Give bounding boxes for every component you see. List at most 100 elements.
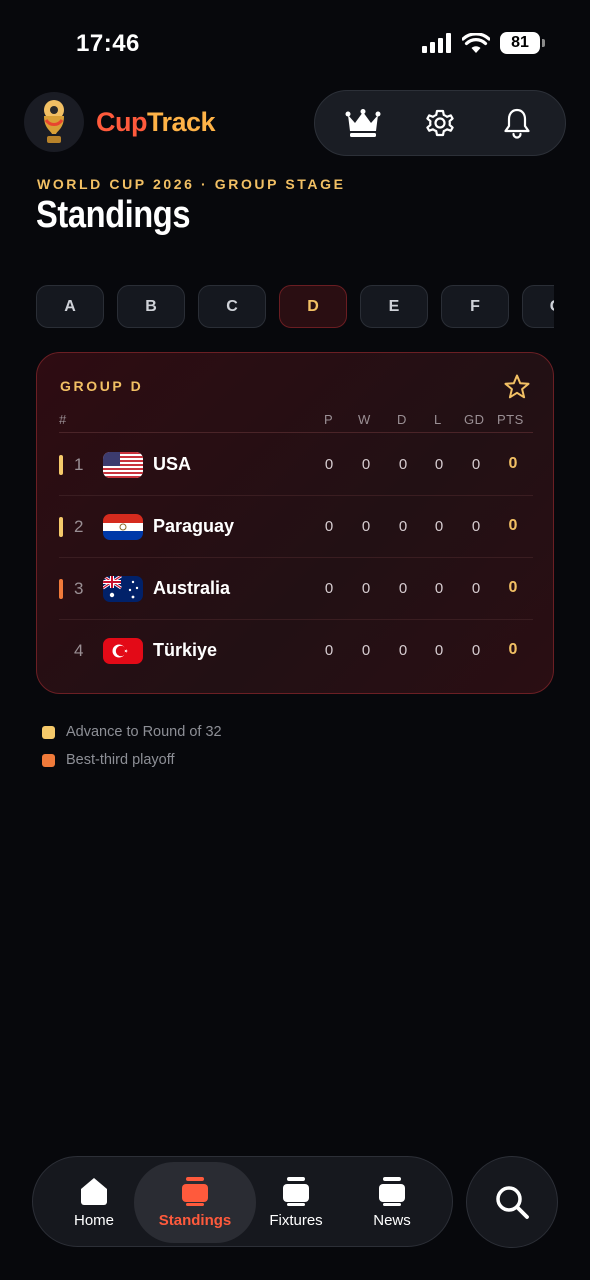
tab-group-a[interactable]: A <box>36 285 104 328</box>
nav-news[interactable]: News <box>353 1157 431 1248</box>
qualification-marker <box>59 517 63 537</box>
legend-label: Advance to Round of 32 <box>66 724 222 740</box>
legend-item-best-third: Best-third playoff <box>42 746 222 774</box>
table-row[interactable]: 2 Paraguay 0 0 0 0 0 0 <box>59 496 533 558</box>
home-icon <box>81 1178 107 1205</box>
search-button[interactable] <box>466 1156 558 1248</box>
status-icons: 81 <box>422 32 545 54</box>
battery-indicator: 81 <box>500 32 545 54</box>
tab-group-e[interactable]: E <box>360 285 428 328</box>
stat-drawn: 0 <box>398 518 408 535</box>
page-title: Standings <box>36 194 191 236</box>
legend-swatch <box>42 725 55 739</box>
stat-gd: 0 <box>471 580 481 597</box>
table-header: # P W D L GD PTS <box>59 409 533 433</box>
app-name-part1: Cup <box>96 106 147 137</box>
stat-gd: 0 <box>471 456 481 473</box>
table-row[interactable]: 4 Türkiye 0 0 0 0 0 0 <box>59 620 533 682</box>
stat-won: 0 <box>361 456 371 473</box>
nav-home[interactable]: Home <box>55 1157 133 1248</box>
nav-label: News <box>373 1212 411 1229</box>
crown-icon <box>345 109 381 137</box>
settings-button[interactable] <box>410 93 470 153</box>
team-name: Australia <box>153 578 231 598</box>
qualification-marker <box>59 455 63 475</box>
stat-drawn: 0 <box>398 580 408 597</box>
stat-won: 0 <box>361 642 371 659</box>
notifications-button[interactable] <box>487 93 547 153</box>
tab-group-b[interactable]: B <box>117 285 185 328</box>
fixtures-icon <box>283 1177 309 1206</box>
team-name: Paraguay <box>153 516 235 536</box>
row-position: 3 <box>74 579 84 598</box>
row-position: 2 <box>74 517 84 536</box>
qualification-legend: Advance to Round of 32 Best-third playof… <box>42 718 222 774</box>
standings-icon <box>182 1177 208 1206</box>
team-name: Türkiye <box>153 640 218 660</box>
stat-lost: 0 <box>434 580 444 597</box>
table-row[interactable]: 1 USA 0 0 0 0 0 0 <box>59 434 533 496</box>
stat-gd: 0 <box>471 518 481 535</box>
wifi-icon <box>462 33 490 53</box>
col-gd: GD <box>464 412 485 427</box>
stat-gd: 0 <box>471 642 481 659</box>
col-lost: L <box>434 412 442 427</box>
trophy-logo-icon <box>24 92 84 152</box>
stat-won: 0 <box>361 518 371 535</box>
turkiye-flag-icon <box>103 638 143 664</box>
stat-played: 0 <box>324 642 334 659</box>
status-time: 17:46 <box>76 30 140 57</box>
status-bar: 17:46 81 <box>0 0 590 88</box>
qualification-marker <box>59 579 63 599</box>
col-drawn: D <box>397 412 407 427</box>
group-tabs: A B C D E F G <box>36 285 554 329</box>
group-standings-card: GROUP D # P W D L GD PTS 1 USA 0 0 0 0 0… <box>36 352 554 694</box>
news-icon <box>379 1177 405 1206</box>
group-title: GROUP D <box>60 378 144 394</box>
stat-pts: 0 <box>508 517 518 534</box>
nav-label: Home <box>73 1212 114 1229</box>
page-eyebrow: WORLD CUP 2026 · GROUP STAGE <box>37 176 346 192</box>
paraguay-flag-icon <box>103 514 143 540</box>
app-name: CupTrack <box>96 106 216 138</box>
search-icon <box>496 1186 529 1219</box>
cellular-signal-icon <box>422 33 451 53</box>
nav-label: Standings <box>158 1212 232 1229</box>
col-pts: PTS <box>497 412 524 427</box>
app-header: CupTrack <box>24 90 566 156</box>
header-actions <box>314 90 566 156</box>
premium-button[interactable] <box>333 93 393 153</box>
stat-played: 0 <box>324 456 334 473</box>
row-position: 4 <box>74 641 84 660</box>
bell-icon <box>504 108 530 139</box>
tab-group-g[interactable]: G <box>522 285 554 328</box>
favorite-star-icon[interactable] <box>503 373 531 401</box>
nav-standings[interactable]: Standings <box>134 1162 256 1243</box>
stat-won: 0 <box>361 580 371 597</box>
team-name: USA <box>153 454 192 474</box>
legend-item-advance: Advance to Round of 32 <box>42 718 222 746</box>
stat-pts: 0 <box>508 641 518 658</box>
nav-label: Fixtures <box>269 1212 323 1229</box>
stat-lost: 0 <box>434 518 444 535</box>
table-row[interactable]: 3 Australia 0 0 0 0 0 0 <box>59 558 533 620</box>
col-won: W <box>358 412 371 427</box>
app-name-part2: Track <box>146 106 216 137</box>
gear-icon <box>426 109 454 137</box>
australia-flag-icon <box>103 576 143 602</box>
stat-played: 0 <box>324 518 334 535</box>
nav-fixtures[interactable]: Fixtures <box>257 1157 335 1248</box>
tab-group-d[interactable]: D <box>279 285 347 328</box>
bottom-tab-bar: Home Standings Fixtures News <box>32 1156 453 1247</box>
app-logo[interactable]: CupTrack <box>24 92 216 152</box>
battery-level: 81 <box>511 34 529 51</box>
col-pos: # <box>59 412 67 427</box>
legend-label: Best-third playoff <box>66 752 175 768</box>
legend-swatch <box>42 753 55 767</box>
tab-group-f[interactable]: F <box>441 285 509 328</box>
stat-pts: 0 <box>508 579 518 596</box>
stat-played: 0 <box>324 580 334 597</box>
stat-lost: 0 <box>434 642 444 659</box>
row-position: 1 <box>74 455 84 474</box>
tab-group-c[interactable]: C <box>198 285 266 328</box>
